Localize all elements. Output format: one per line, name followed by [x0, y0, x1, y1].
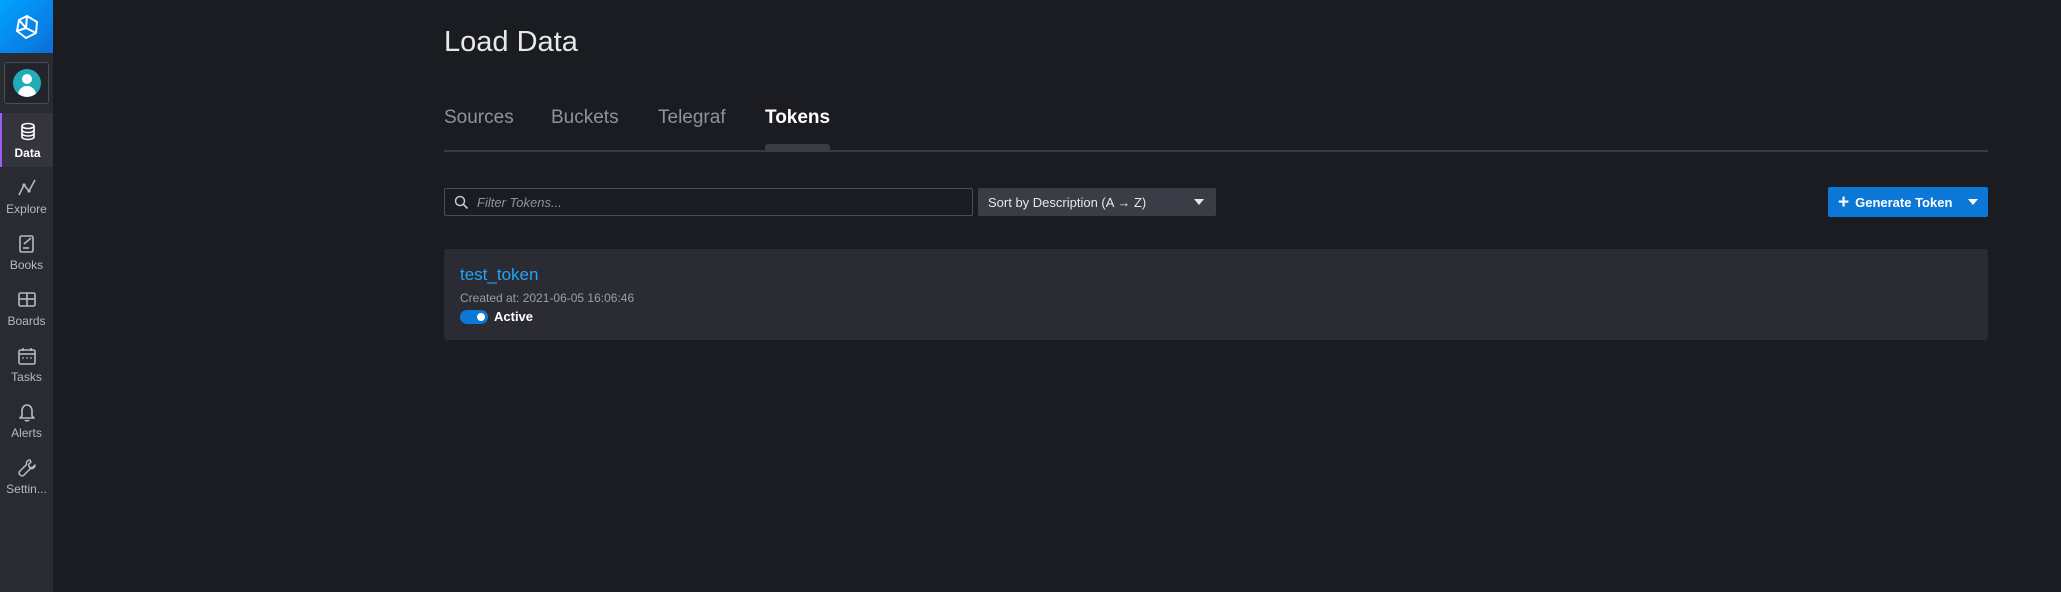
- chevron-down-icon: [1968, 199, 1978, 205]
- plus-icon: +: [1838, 191, 1850, 213]
- sort-dropdown[interactable]: Sort by Description (A → Z): [978, 188, 1216, 216]
- sidebar-item-boards[interactable]: Boards: [0, 281, 53, 335]
- sidebar-item-label: Alerts: [11, 425, 42, 440]
- search-input[interactable]: [475, 193, 972, 211]
- sidebar-item-tasks[interactable]: Tasks: [0, 337, 53, 391]
- token-status-label: Active: [494, 309, 534, 324]
- tab-tokens[interactable]: Tokens: [765, 105, 831, 152]
- logo-icon: [15, 14, 38, 39]
- filter-tokens-field: [444, 188, 973, 216]
- avatar: [12, 69, 41, 97]
- token-card: test_token Created at: 2021-06-05 16:06:…: [444, 249, 1988, 340]
- sidebar-item-books[interactable]: Books: [0, 225, 53, 279]
- sort-dropdown-label: Sort by Description (A → Z): [988, 194, 1147, 210]
- tab-sources[interactable]: Sources: [444, 105, 514, 150]
- sidebar-item-label: Boards: [7, 313, 46, 328]
- token-name-link[interactable]: test_token: [460, 265, 538, 285]
- token-status-toggle[interactable]: [460, 309, 488, 324]
- sidebar-item-data[interactable]: Data: [0, 113, 53, 167]
- sidebar-item-explore[interactable]: Explore: [0, 169, 53, 223]
- sidebar: Data Explore Books Boards Tasks Alerts S…: [0, 0, 53, 592]
- tab-telegraf[interactable]: Telegraf: [658, 105, 726, 150]
- dashboard-icon: [17, 291, 36, 307]
- sidebar-item-label: Books: [9, 257, 44, 272]
- sidebar-item-label: Tasks: [11, 369, 42, 384]
- sidebar-item-label: Settin...: [6, 481, 47, 496]
- generate-token-label: Generate Token: [1855, 194, 1953, 210]
- user-avatar-button[interactable]: [4, 62, 49, 104]
- page-title: Load Data: [444, 26, 578, 58]
- influx-logo[interactable]: [0, 0, 53, 53]
- sidebar-item-label: Explore: [6, 201, 47, 216]
- calendar-icon: [17, 347, 36, 365]
- sidebar-item-label: Data: [14, 145, 41, 160]
- token-created-at: Created at: 2021-06-05 16:06:46: [460, 291, 635, 305]
- graph-icon: [17, 179, 36, 195]
- generate-token-button[interactable]: + Generate Token: [1828, 187, 1988, 217]
- chevron-down-icon: [1194, 199, 1204, 205]
- notebook-icon: [18, 234, 34, 253]
- generate-token-dropdown-toggle[interactable]: [1968, 199, 1978, 205]
- sidebar-item-settings[interactable]: Settin...: [0, 449, 53, 503]
- wrench-icon: [17, 458, 36, 477]
- search-icon: [454, 195, 469, 209]
- tab-buckets[interactable]: Buckets: [551, 105, 619, 150]
- token-status: Active: [460, 309, 533, 324]
- database-icon: [20, 122, 35, 140]
- bell-icon: [18, 403, 35, 422]
- tab-bar: Sources Buckets Telegraf Tokens: [444, 105, 1988, 152]
- sidebar-item-alerts[interactable]: Alerts: [0, 393, 53, 447]
